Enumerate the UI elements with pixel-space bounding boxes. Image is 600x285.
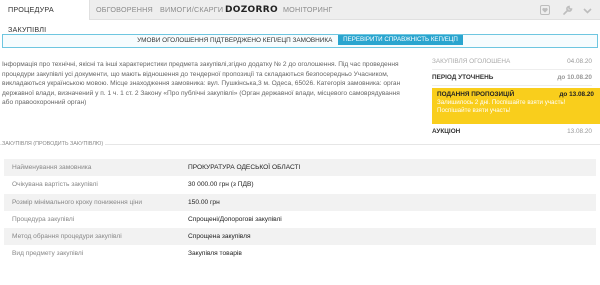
- tender-description: Інформація про технічні, якісні та інші …: [2, 61, 401, 106]
- tab-complaints[interactable]: ВИМОГИ/СКАРГИ: [160, 0, 223, 20]
- tab-discussion[interactable]: ОБГОВОРЕННЯ: [96, 0, 153, 20]
- wrench-icon[interactable]: [560, 3, 574, 17]
- top-nav: ПРОЦЕДУРА ЗАКУПІВЛІ ОБГОВОРЕННЯ ВИМОГИ/С…: [0, 0, 600, 34]
- verify-signature-button[interactable]: ПЕРЕВІРИТИ СПРАВЖНІСТЬ КЕП/ЕЦП: [338, 35, 463, 46]
- timeline-announced: ЗАКУПІВЛЯ ОГОЛОШЕНА 04.08.20: [432, 54, 592, 70]
- timeline-active-stage: ПОДАННЯ ПРОПОЗИЦІЙ до 13.08.20 Залишилос…: [432, 88, 600, 124]
- heart-icon[interactable]: [538, 3, 552, 17]
- table-row: Найменування замовника ПРОКУРАТУРА ОДЕСЬ…: [4, 159, 596, 177]
- tab-monitoring[interactable]: МОНІТОРИНГ: [283, 0, 332, 20]
- tender-info-table: Найменування замовника ПРОКУРАТУРА ОДЕСЬ…: [4, 159, 596, 263]
- signature-status-text: УМОВИ ОГОЛОШЕННЯ ПІДТВЕРДЖЕНО КЕП/ЕЦП ЗА…: [137, 37, 333, 44]
- timeline-clarifications: ПЕРІОД УТОЧНЕНЬ до 10.08.20: [432, 70, 592, 86]
- row-label: Вид предмету закупівлі: [12, 250, 84, 258]
- timeline-label: ЗАКУПІВЛЯ ОГОЛОШЕНА: [432, 58, 511, 65]
- row-value: Закупівля товарів: [188, 250, 242, 258]
- row-value: Спрощена закупівля: [188, 233, 251, 241]
- tab-dozorro[interactable]: DOZORRO: [225, 3, 278, 17]
- row-label: Очікувана вартість закупівлі: [12, 181, 98, 189]
- section-label: ЗАКУПІВЛЯ (ПРОВОДИТЬ ЗАКУПІВЛЮ): [2, 141, 106, 147]
- row-value: ПРОКУРАТУРА ОДЕСЬКОЇ ОБЛАСТІ: [188, 164, 301, 171]
- timeline-date: до 13.08.20: [559, 91, 594, 98]
- timeline-date: до 10.08.20: [557, 74, 592, 81]
- timeline-auction: АУКЦІОН 13.08.20: [432, 126, 592, 138]
- timeline-date: 04.08.20: [567, 58, 592, 65]
- timeline-note: Залишилось 2 дні. Поспішайте взяти участ…: [437, 99, 566, 114]
- row-label: Розмір мінімального кроку пониження ціни: [12, 198, 143, 206]
- row-value: Спрощені/Допорогові закупівлі: [188, 215, 282, 223]
- table-row: Розмір мінімального кроку пониження ціни…: [4, 193, 596, 211]
- timeline-label: ПОДАННЯ ПРОПОЗИЦІЙ: [437, 91, 515, 98]
- timeline-label: ПЕРІОД УТОЧНЕНЬ: [432, 74, 494, 81]
- row-label: Найменування замовника: [12, 164, 92, 171]
- chevron-down-icon[interactable]: [580, 3, 594, 17]
- tab-procedure[interactable]: ПРОЦЕДУРА ЗАКУПІВЛІ: [0, 0, 90, 34]
- timeline-label: АУКЦІОН: [432, 128, 461, 135]
- row-label: Метод обрання процедури закупівлі: [12, 233, 122, 241]
- signature-banner: УМОВИ ОГОЛОШЕННЯ ПІДТВЕРДЖЕНО КЕП/ЕЦП ЗА…: [2, 34, 598, 48]
- row-label: Процедура закупівлі: [12, 215, 75, 223]
- table-row: Вид предмету закупівлі Закупівля товарів: [4, 245, 596, 262]
- row-value: 30 000.00 грн (з ПДВ): [188, 181, 254, 189]
- table-row: Очікувана вартість закупівлі 30 000.00 г…: [4, 176, 596, 193]
- timeline-date: 13.08.20: [567, 128, 592, 135]
- table-row: Процедура закупівлі Спрощені/Допорогові …: [4, 211, 596, 228]
- table-row: Метод обрання процедури закупівлі Спроще…: [4, 228, 596, 246]
- tender-timeline: ЗАКУПІВЛЯ ОГОЛОШЕНА 04.08.20 ПЕРІОД УТОЧ…: [432, 54, 592, 86]
- row-value: 150.00 грн: [188, 198, 220, 206]
